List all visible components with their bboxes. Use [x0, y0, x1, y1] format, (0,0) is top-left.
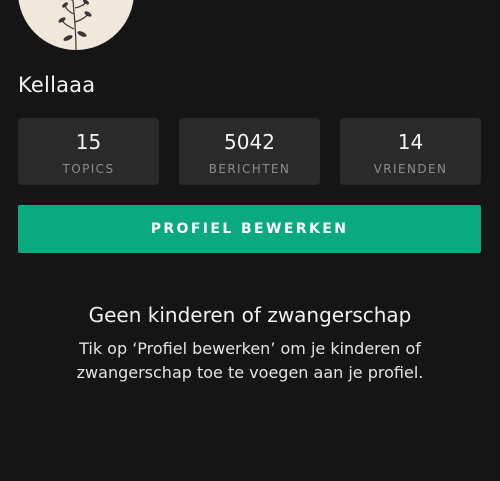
profile-stats: 15 TOPICS 5042 BERICHTEN 14 VRIENDEN	[18, 118, 481, 185]
edit-profile-button[interactable]: PROFIEL BEWERKEN	[18, 205, 481, 253]
empty-state-description: Tik op ‘Profiel bewerken’ om je kinderen…	[76, 339, 424, 382]
stat-topics[interactable]: 15 TOPICS	[18, 118, 159, 185]
empty-state-title: Geen kinderen of zwangerschap	[88, 303, 412, 327]
stat-topics-label: TOPICS	[62, 162, 115, 176]
stat-topics-value: 15	[75, 130, 102, 154]
stat-berichten[interactable]: 5042 BERICHTEN	[179, 118, 320, 185]
avatar[interactable]	[18, 0, 134, 50]
stat-vrienden[interactable]: 14 VRIENDEN	[340, 118, 481, 185]
stat-berichten-label: BERICHTEN	[208, 162, 291, 176]
profile-username: Kellaaa	[18, 73, 96, 97]
flower-illustration-icon	[58, 0, 92, 50]
stat-vrienden-value: 14	[397, 130, 424, 154]
stat-vrienden-label: VRIENDEN	[373, 162, 448, 176]
stat-berichten-value: 5042	[224, 130, 275, 154]
